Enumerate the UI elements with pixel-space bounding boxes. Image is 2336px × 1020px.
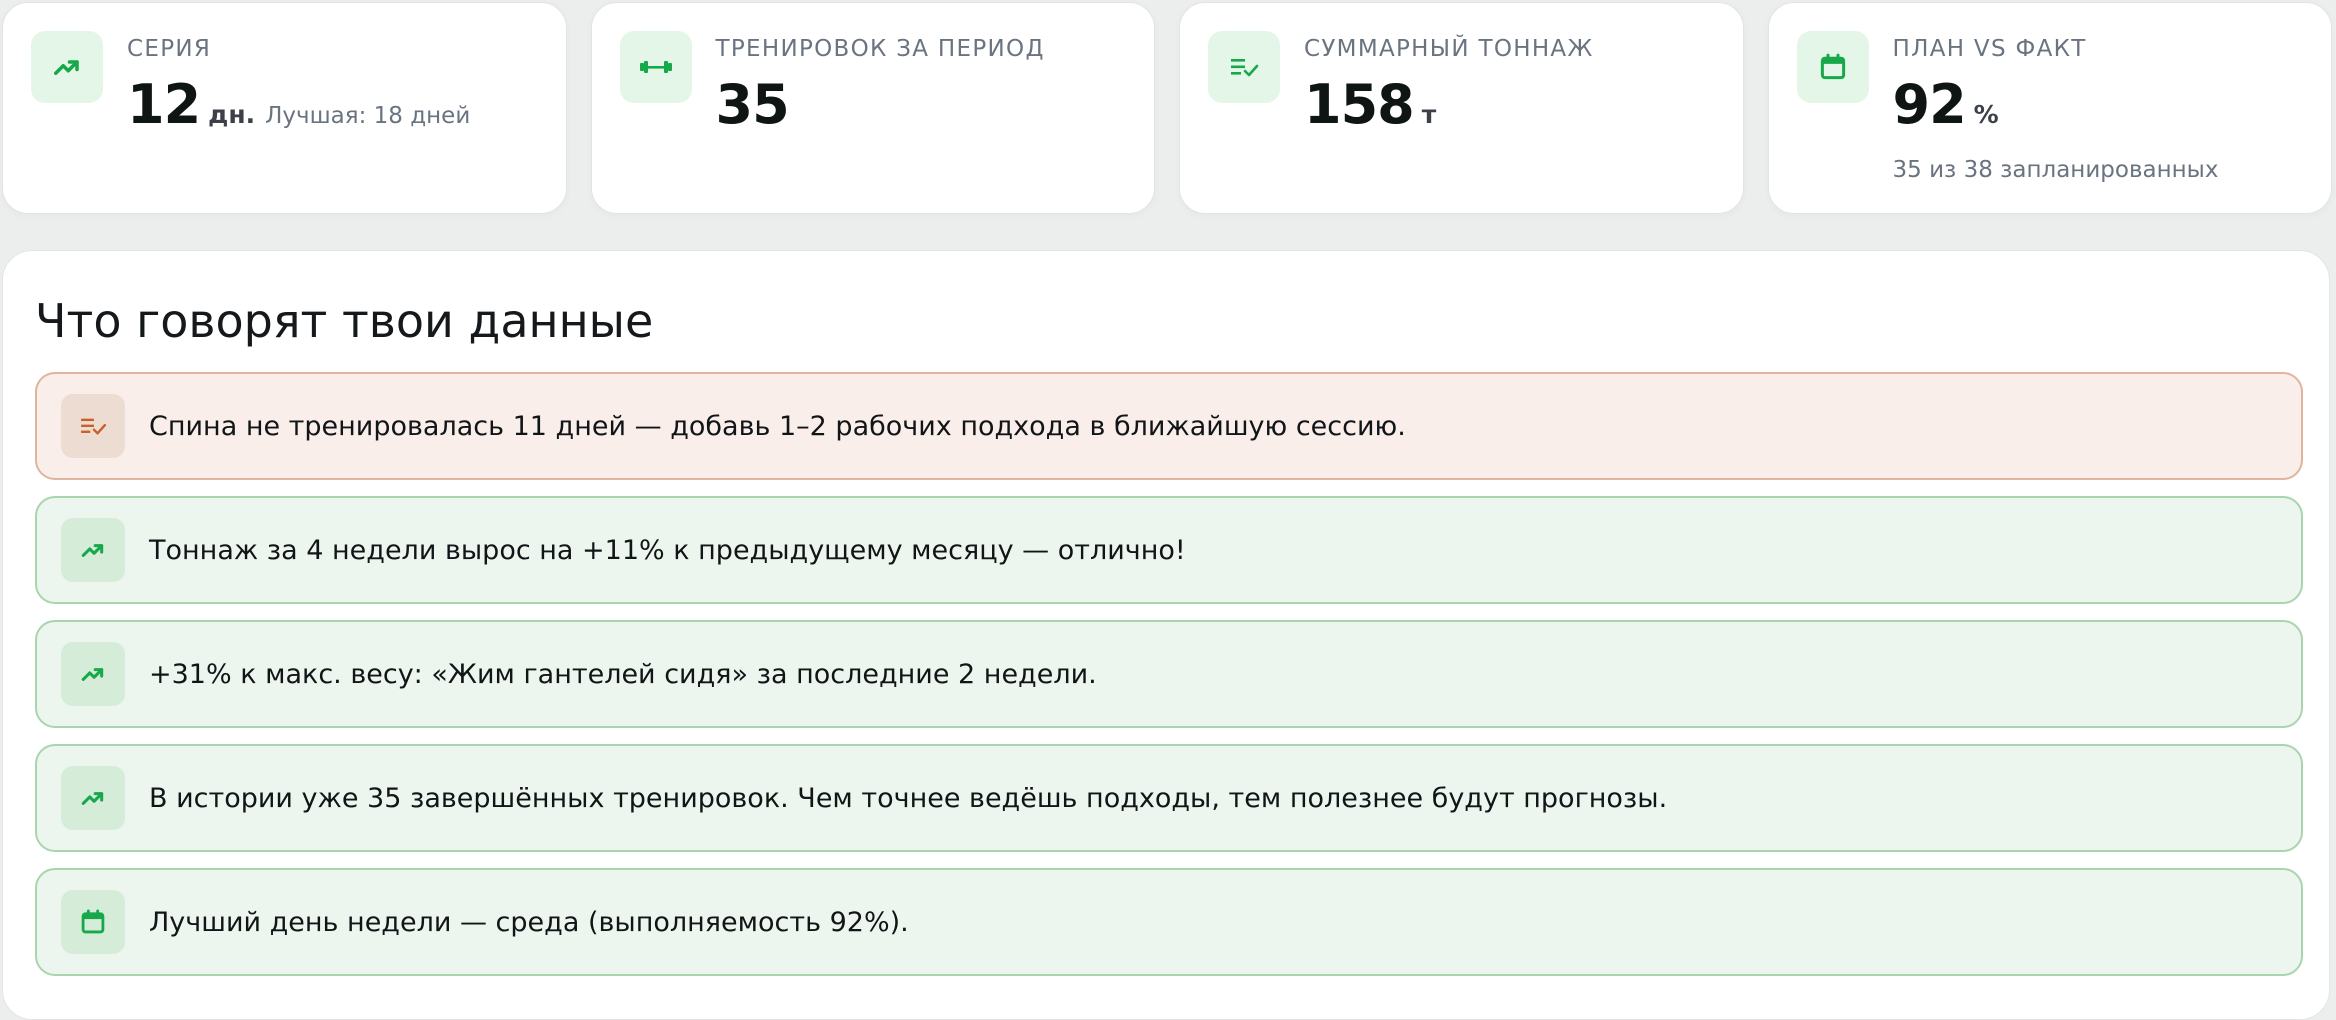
list-check-icon — [61, 394, 125, 458]
stat-card-plan-vs-fact: ПЛАН VS ФАКТ 92 % 35 из 38 запланированн… — [1767, 2, 2332, 214]
insight-item-back-warning: Спина не тренировалась 11 дней — добавь … — [35, 372, 2303, 480]
stat-subtext: 35 из 38 запланированных — [1892, 157, 2219, 183]
list-check-icon — [1208, 31, 1280, 103]
insight-text: Тоннаж за 4 недели вырос на +11% к преды… — [149, 534, 1186, 566]
stat-value: 92 — [1892, 73, 1967, 136]
insight-item-tonnage-growth: Тоннаж за 4 недели вырос на +11% к преды… — [35, 496, 2303, 604]
trending-up-icon — [61, 766, 125, 830]
calendar-icon — [1796, 31, 1869, 103]
stat-value: 158 — [1304, 73, 1415, 136]
insight-text: Спина не тренировалась 11 дней — добавь … — [149, 410, 1406, 442]
insight-item-history: В истории уже 35 завершённых тренировок.… — [35, 744, 2303, 852]
insight-item-max-weight: +31% к макс. весу: «Жим гантелей сидя» з… — [35, 620, 2303, 728]
insight-text: +31% к макс. весу: «Жим гантелей сидя» з… — [149, 658, 1097, 690]
insight-item-best-day: Лучший день недели — среда (выполняемост… — [35, 868, 2303, 976]
insight-text: В истории уже 35 завершённых тренировок.… — [149, 782, 1668, 814]
trending-up-icon — [61, 518, 125, 582]
trending-up-icon — [31, 31, 103, 103]
insights-panel: Что говорят твои данные Спина не трениро… — [2, 250, 2330, 1020]
stats-row: СЕРИЯ 12 дн. Лучшая: 18 дней ТРЕНИРОВОК … — [2, 2, 2332, 214]
stat-card-streak: СЕРИЯ 12 дн. Лучшая: 18 дней — [2, 2, 567, 214]
stat-card-workouts: ТРЕНИРОВОК ЗА ПЕРИОД 35 — [590, 2, 1155, 214]
insight-text: Лучший день недели — среда (выполняемост… — [149, 906, 909, 938]
stat-value: 35 — [715, 73, 790, 136]
dumbbell-icon — [619, 31, 692, 103]
trending-up-icon — [61, 642, 125, 706]
stat-value: 12 — [127, 73, 201, 136]
stat-label: ПЛАН VS ФАКТ — [1892, 36, 2087, 62]
calendar-icon — [61, 890, 125, 954]
stat-card-tonnage: СУММАРНЫЙ ТОННАЖ 158 т — [1179, 2, 1744, 214]
stat-label: СУММАРНЫЙ ТОННАЖ — [1304, 36, 1594, 62]
stat-unit: дн. — [208, 100, 256, 129]
insights-title: Что говорят твои данные — [35, 294, 654, 348]
stat-label: СЕРИЯ — [127, 36, 212, 62]
stat-label: ТРЕНИРОВОК ЗА ПЕРИОД — [715, 36, 1045, 62]
stat-best-streak: Лучшая: 18 дней — [265, 103, 471, 129]
stat-unit: т — [1421, 100, 1437, 129]
stat-unit: % — [1973, 100, 1999, 129]
